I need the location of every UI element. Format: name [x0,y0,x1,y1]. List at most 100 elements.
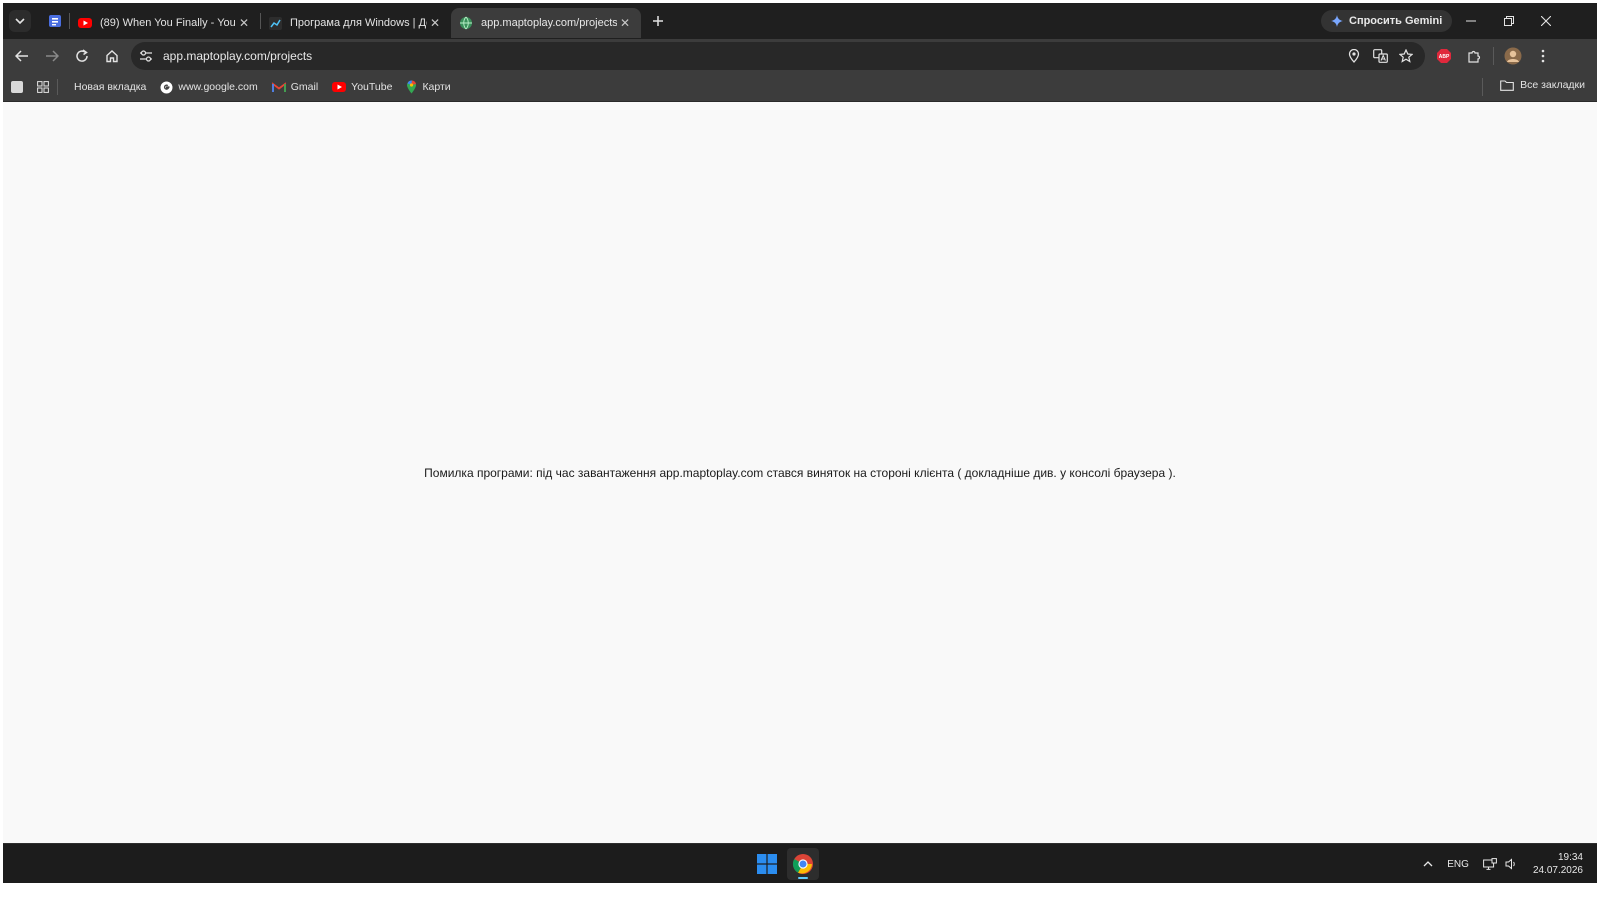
ask-gemini-button[interactable]: Спросить Gemini [1321,10,1453,32]
restore-icon [1504,16,1514,26]
bookmarks-separator [1482,78,1483,96]
show-hidden-icons-button[interactable] [1423,861,1433,867]
youtube-icon [332,82,347,92]
start-button[interactable] [751,848,783,880]
apps-grid-icon [37,81,49,93]
tab-close-icon[interactable]: ✕ [236,15,252,31]
error-message: Помилка програми: під час завантаження a… [424,466,1176,480]
forward-button[interactable] [38,42,66,70]
system-tray: ENG 19:34 24.07.2026 [1409,844,1583,884]
page-content: Помилка програми: під час завантаження a… [3,102,1597,843]
screen-bottom-edge [3,883,1597,900]
bookmark-label: Gmail [290,81,319,93]
minimize-icon [1466,20,1476,22]
language-indicator[interactable]: ENG [1447,859,1469,870]
tab-title: app.maptoplay.com/projects [481,17,617,29]
youtube-icon [78,18,92,28]
home-button[interactable] [98,42,126,70]
back-arrow-icon [15,50,28,62]
clock-time: 19:34 [1557,852,1583,863]
chart-doc-icon [269,16,282,30]
volume-button[interactable] [1505,858,1517,870]
adblock-extension-button[interactable]: ABP [1431,43,1457,69]
close-icon [1541,16,1551,26]
translate-icon [1372,49,1388,63]
tab-maptoplay[interactable]: app.maptoplay.com/projects ✕ [451,8,641,38]
bookmark-youtube[interactable]: YouTube [332,81,392,93]
translate-button[interactable] [1367,43,1393,69]
toolbar-separator [1493,47,1494,65]
tab-windows-program[interactable]: Програма для Windows | Доку ✕ [261,8,451,38]
bookmark-label: Новая вкладка [74,81,147,93]
taskbar-chrome[interactable] [787,848,819,880]
extensions-button[interactable] [1461,43,1487,69]
clock[interactable]: 19:34 24.07.2026 [1533,851,1583,877]
bookmark-label: YouTube [351,81,393,93]
all-bookmarks-button[interactable]: Все закладки [1500,79,1585,91]
screen: (89) When You Finally - YouTube ✕ Програ… [3,3,1597,900]
back-button[interactable] [8,42,36,70]
chevron-down-icon [15,18,25,25]
app-icon [49,15,61,27]
location-pin-icon [1348,49,1360,63]
globe-icon [460,16,472,30]
address-url[interactable]: app.maptoplay.com/projects [163,49,1341,63]
tune-icon [140,50,152,62]
close-window-button[interactable] [1534,9,1558,33]
toolbar: app.maptoplay.com/projects ABP [3,39,1597,73]
active-app-indicator [798,877,808,879]
tab-groups-icon[interactable] [11,81,23,93]
reload-icon [76,49,88,62]
reload-button[interactable] [68,42,96,70]
apps-button[interactable] [37,81,49,93]
profile-button[interactable] [1500,43,1526,69]
menu-button[interactable] [1530,43,1556,69]
tab-title: Програма для Windows | Доку [290,17,427,29]
bookmark-maps[interactable]: Карти [406,80,451,94]
tab-close-icon[interactable]: ✕ [427,15,443,31]
maps-pin-icon [407,80,417,94]
clock-date: 24.07.2026 [1532,865,1583,876]
svg-text:ABP: ABP [1439,54,1450,60]
taskbar: ENG 19:34 24.07.2026 [3,843,1597,884]
site-info-button[interactable] [133,43,159,69]
all-bookmarks-label: Все закладки [1520,79,1585,91]
avatar-icon [1504,47,1522,65]
gmail-icon [271,81,286,92]
chrome-icon [792,854,813,874]
restore-button[interactable] [1497,9,1521,33]
more-vertical-icon [1541,49,1545,63]
tab-youtube[interactable]: (89) When You Finally - YouTube ✕ [70,8,260,38]
chevron-up-icon [1423,861,1433,867]
star-icon [1399,49,1413,63]
home-icon [106,50,118,63]
bookmark-new-tab[interactable]: Новая вкладка [74,81,146,93]
bookmark-label: Карти [422,81,451,93]
new-tab-button[interactable] [645,8,671,34]
pinned-tab[interactable] [41,6,69,36]
tab-close-icon[interactable]: ✕ [617,15,633,31]
bookmarks-separator [57,79,58,95]
adblock-icon: ABP [1437,49,1451,63]
network-button[interactable] [1483,858,1497,870]
tab-title: (89) When You Finally - YouTube [100,17,236,29]
minimize-button[interactable] [1459,9,1483,33]
forward-arrow-icon [46,50,59,62]
bookmark-label: www.google.com [178,81,258,93]
google-icon [160,81,173,93]
windows-logo-icon [757,854,777,874]
address-bar[interactable]: app.maptoplay.com/projects [131,42,1425,70]
plus-icon [653,16,663,26]
network-icon [1483,858,1497,870]
tab-strip: (89) When You Finally - YouTube ✕ Програ… [3,3,1597,39]
bookmark-gmail[interactable]: Gmail [271,81,319,93]
bookmark-google[interactable]: www.google.com [160,81,258,94]
puzzle-icon [1468,50,1481,63]
gemini-sparkle-icon [1331,15,1343,27]
speaker-icon [1505,858,1515,870]
folder-icon [1500,79,1514,91]
location-button[interactable] [1341,43,1367,69]
tab-search-button[interactable] [9,10,31,32]
gemini-label: Спросить Gemini [1349,15,1443,27]
bookmark-star-button[interactable] [1393,43,1419,69]
